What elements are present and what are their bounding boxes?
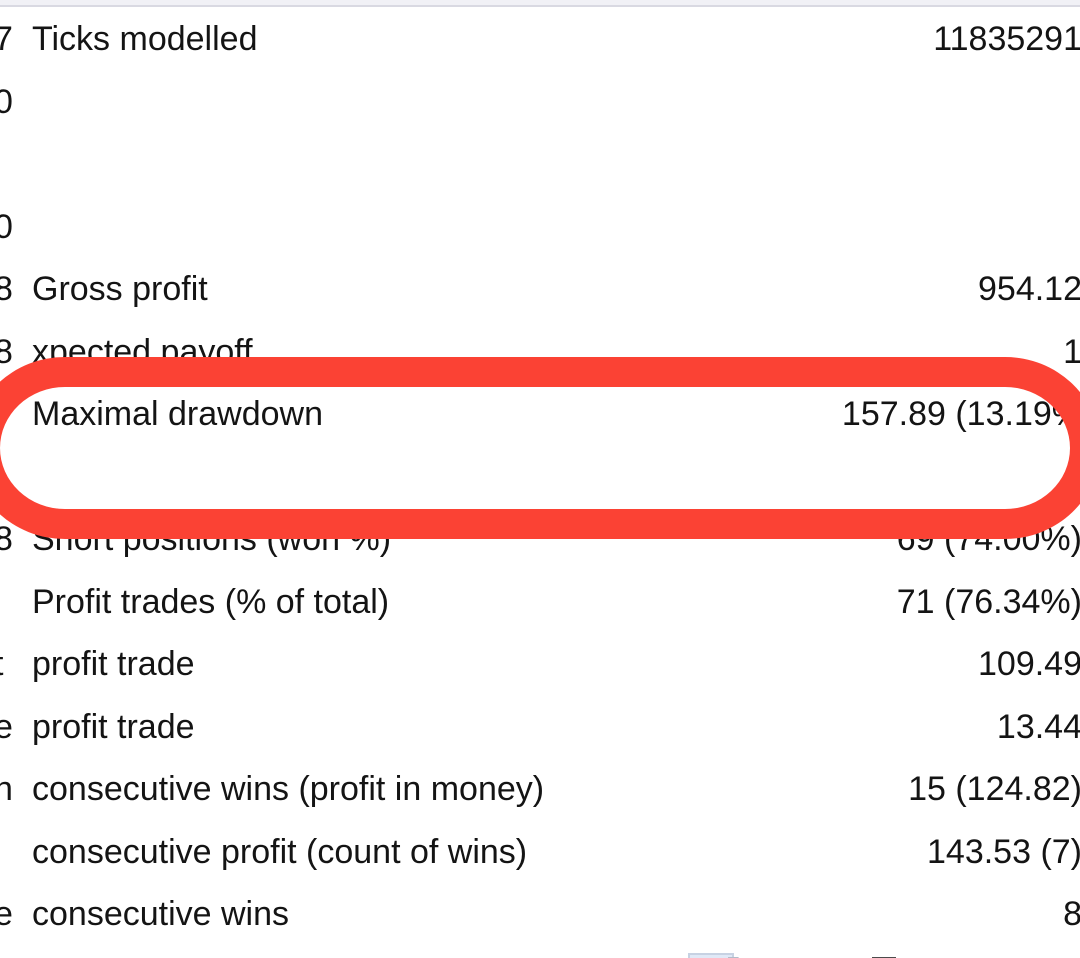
row-value: 13.44	[996, 707, 1080, 746]
row-value: 69 (74.00%)	[896, 520, 1080, 559]
row-value: 71 (76.34%)	[896, 582, 1080, 621]
row-label: Gross profit	[32, 270, 208, 309]
row-value: 954.12	[978, 270, 1080, 309]
table-row: 8 Short positions (won %) 69 (74.00%)	[0, 509, 1080, 572]
app-top-strip	[0, 0, 1080, 7]
table-row: n consecutive wins (profit in money) 15 …	[0, 759, 1080, 822]
row-gutter-fragment: 8	[0, 520, 13, 559]
row-value: 1	[1063, 332, 1080, 371]
row-value: 157.89 (13.19%	[841, 395, 1080, 434]
table-row: Profit trades (% of total) 71 (76.34%)	[0, 572, 1080, 635]
table-row: e profit trade 13.44	[0, 697, 1080, 760]
row-label: xpected payoff	[32, 332, 253, 371]
table-row: t profit trade 109.49	[0, 634, 1080, 697]
row-gutter-fragment: 8	[0, 270, 13, 309]
row-gutter-fragment: n	[0, 770, 13, 809]
row-gutter-fragment: e	[0, 707, 13, 746]
row-label: profit trade	[32, 707, 195, 746]
cropped-widget-icon	[688, 953, 739, 958]
table-row	[0, 134, 1080, 197]
row-gutter-fragment: 0	[0, 207, 13, 246]
row-label: consecutive wins (profit in money)	[32, 770, 545, 809]
row-value	[722, 447, 1080, 510]
table-row: 0	[0, 72, 1080, 135]
row-label: Ticks modelled	[32, 20, 258, 59]
row-gutter-fragment	[0, 134, 30, 197]
row-label	[30, 447, 722, 510]
row-label: Maximal drawdown	[32, 395, 323, 434]
row-value	[722, 197, 1080, 260]
table-row: 7 Ticks modelled 11835291	[0, 9, 1080, 72]
report-viewport[interactable]: 7 Ticks modelled 11835291 0 0 8 Gross pr…	[0, 9, 1080, 958]
row-gutter-fragment: l	[0, 822, 30, 885]
row-value: 11835291	[933, 20, 1080, 59]
table-row: 0	[0, 197, 1080, 260]
row-gutter-fragment	[0, 572, 30, 635]
row-label: profit trade	[32, 645, 195, 684]
row-value: 8	[1063, 895, 1080, 934]
row-gutter-fragment: 8	[0, 332, 13, 371]
row-gutter-fragment: 0	[0, 82, 13, 121]
row-label: consecutive wins	[32, 895, 290, 934]
strategy-tester-stats-table: 7 Ticks modelled 11835291 0 0 8 Gross pr…	[0, 9, 1080, 947]
row-label: Short positions (won %)	[32, 520, 392, 559]
table-row: e consecutive wins 8	[0, 884, 1080, 947]
row-gutter-fragment: t	[0, 634, 30, 697]
row-value: 109.49	[978, 645, 1080, 684]
row-value	[722, 72, 1080, 135]
table-row: l consecutive profit (count of wins) 143…	[0, 822, 1080, 885]
row-label: consecutive profit (count of wins)	[32, 832, 528, 871]
row-value	[722, 134, 1080, 197]
stats-table-body: 7 Ticks modelled 11835291 0 0 8 Gross pr…	[0, 9, 1080, 947]
table-row-maximal-drawdown: Maximal drawdown 157.89 (13.19%	[0, 384, 1080, 447]
row-value: 15 (124.82)	[908, 770, 1080, 809]
row-label	[30, 197, 722, 260]
row-gutter-fragment: 7	[0, 20, 13, 59]
row-gutter-fragment: e	[0, 895, 13, 934]
table-row	[0, 447, 1080, 510]
table-row: 8 xpected payoff 1	[0, 322, 1080, 385]
row-gutter-fragment	[0, 384, 30, 447]
row-label	[30, 134, 722, 197]
row-label: Profit trades (% of total)	[32, 582, 390, 621]
row-value: 143.53 (7)	[927, 832, 1080, 871]
row-label	[30, 72, 722, 135]
row-gutter-fragment	[0, 447, 30, 510]
table-row: 8 Gross profit 954.12	[0, 259, 1080, 322]
